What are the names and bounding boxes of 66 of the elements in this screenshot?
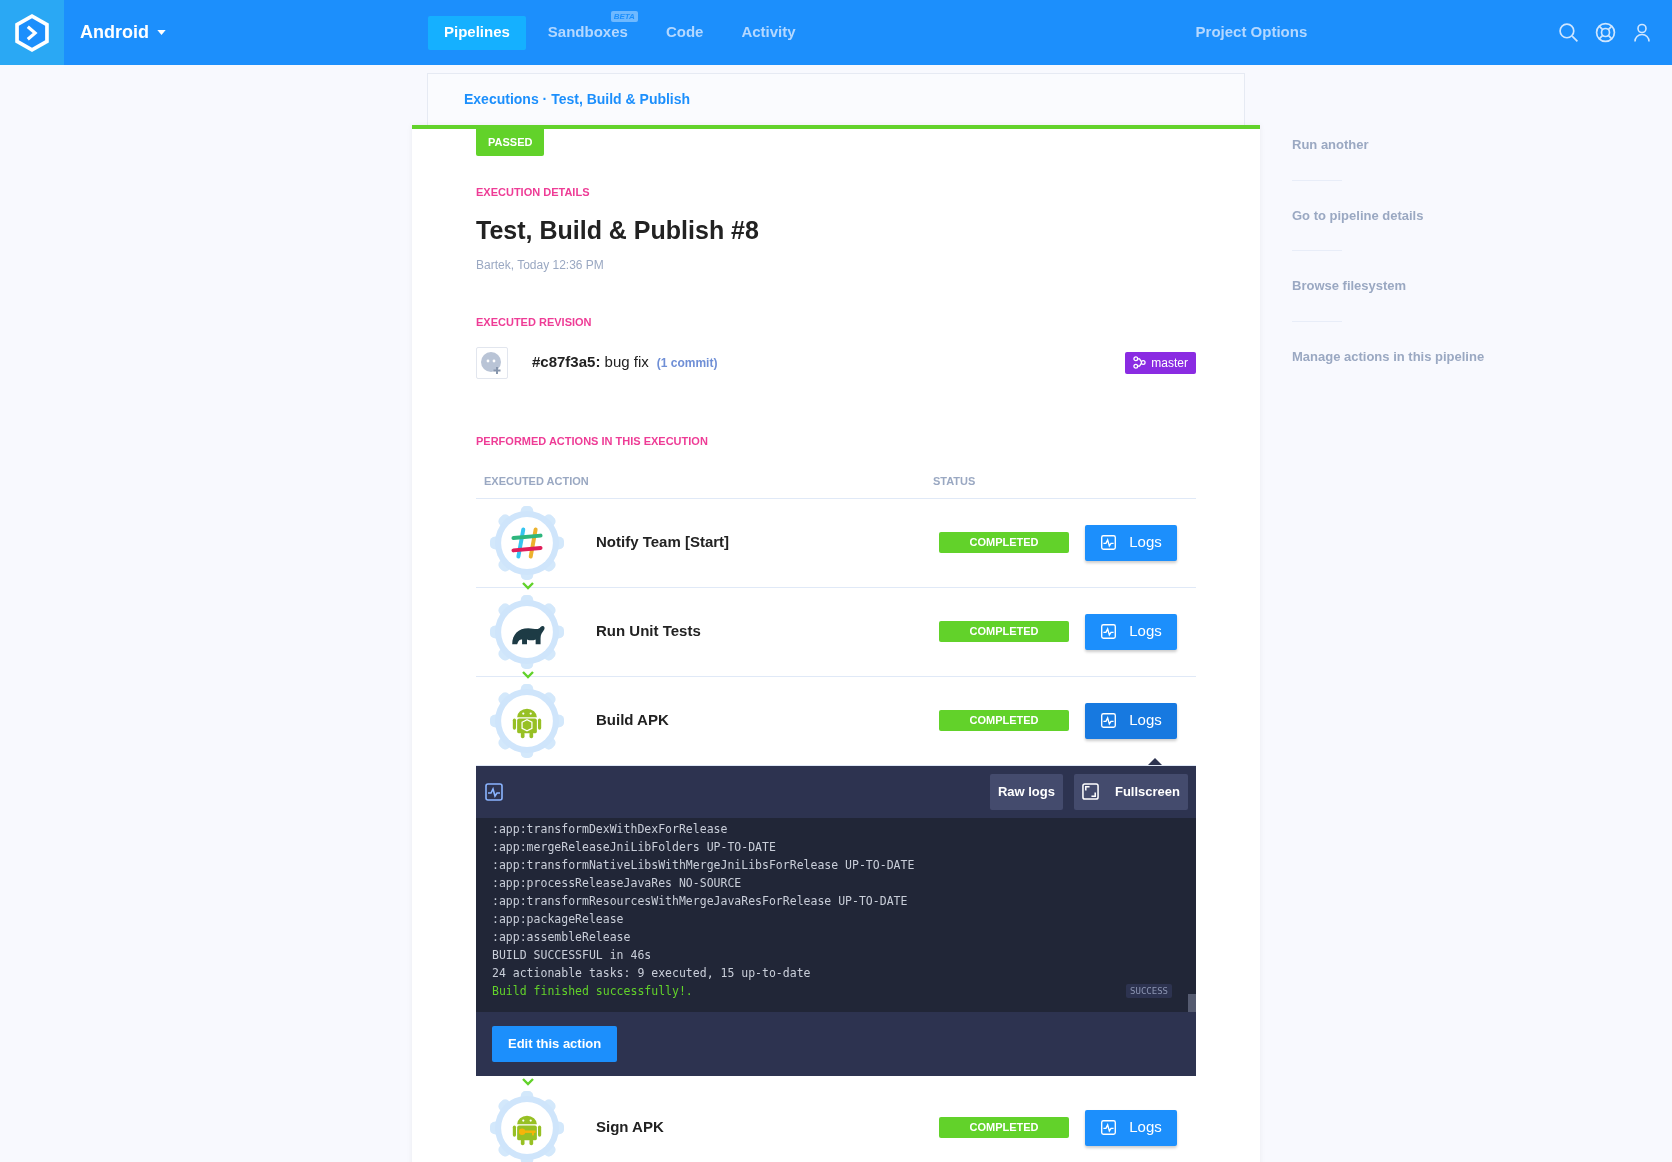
action-name: Run Unit Tests — [596, 621, 702, 642]
logs-button[interactable]: Logs — [1085, 613, 1177, 650]
logo-tile[interactable] — [0, 0, 64, 65]
logs-button[interactable]: Logs — [1085, 1109, 1177, 1146]
activity-icon — [1100, 1119, 1118, 1136]
log-line: :app:transformResourcesWithMergeJavaResForRelease UP-TO-DATE — [492, 892, 908, 910]
log-line: :app:mergeReleaseJniLibFolders UP-TO-DATE — [492, 838, 776, 856]
raw-logs-button[interactable]: Raw logs — [989, 773, 1063, 810]
success-badge: SUCCESS — [1126, 983, 1172, 998]
chevron-down-icon — [522, 670, 534, 679]
column-header: STATUS — [933, 474, 976, 489]
nav-tab[interactable]: Pipelines — [428, 15, 526, 50]
nav-tab[interactable]: Activity — [725, 15, 812, 50]
execution-meta: Bartek, Today 12:36 PM — [476, 257, 605, 274]
expand-icon — [1081, 783, 1099, 800]
action-name: Build APK — [596, 710, 670, 731]
chevron-down-icon — [522, 1077, 534, 1086]
status-badge: COMPLETED — [939, 621, 1069, 642]
edit-action-button[interactable]: Edit this action — [492, 1025, 618, 1062]
chevron-down-icon — [522, 581, 534, 590]
execution-title: Test, Build & Publish #8 — [476, 215, 760, 246]
fullscreen-button[interactable]: Fullscreen — [1073, 773, 1188, 810]
sidebar-link[interactable]: Run another — [1292, 135, 1485, 155]
log-line: 24 actionable tasks: 9 executed, 15 up-to-date — [492, 964, 811, 982]
commit-summary: #c87f3a5: bug fix — [532, 352, 649, 373]
log-line: :app:transformDexWithDexForRelease — [492, 820, 728, 838]
log-line: :app:packageRelease — [492, 910, 624, 928]
breadcrumb[interactable]: Executions · Test, Build & Publish — [464, 89, 691, 110]
status-badge: COMPLETED — [939, 532, 1069, 553]
section-label: EXECUTION DETAILS — [476, 184, 591, 200]
search-icon[interactable] — [1558, 22, 1579, 43]
status-badge: COMPLETED — [939, 1117, 1069, 1138]
sidebar-link[interactable]: Browse filesystem — [1292, 276, 1485, 296]
status-badge: PASSED — [476, 129, 545, 156]
project-dropdown[interactable]: Android — [80, 19, 166, 46]
activity-icon — [1100, 623, 1118, 640]
user-icon[interactable] — [1632, 22, 1652, 43]
lifebuoy-icon[interactable] — [1595, 22, 1616, 43]
log-line: :app:processReleaseJavaRes NO-SOURCE — [492, 874, 742, 892]
sidebar-link[interactable]: Go to pipeline details — [1292, 205, 1485, 225]
logs-button[interactable]: Logs — [1085, 702, 1177, 739]
activity-icon — [484, 781, 504, 802]
project-options-link[interactable]: Project Options — [1195, 21, 1308, 44]
sidebar-link[interactable]: Manage actions in this pipeline — [1292, 346, 1485, 366]
log-line: :app:assembleRelease — [492, 928, 631, 946]
action-name: Notify Team [Start] — [596, 532, 731, 553]
scrollbar-thumb — [1188, 993, 1196, 1012]
column-header: EXECUTED ACTION — [484, 474, 590, 489]
log-line: Build finished successfully!. — [492, 982, 693, 1000]
status-badge: COMPLETED — [939, 710, 1069, 731]
hash-icon — [490, 505, 564, 580]
nav-tab[interactable]: Code — [649, 15, 720, 50]
caret-icon — [157, 30, 166, 35]
android-box-icon — [490, 683, 564, 758]
action-name: Sign APK — [596, 1117, 665, 1138]
activity-icon — [1100, 534, 1118, 551]
branch-badge: master — [1125, 351, 1196, 374]
log-line: BUILD SUCCESSFUL in 46s — [492, 946, 652, 964]
beta-badge: BETA — [610, 10, 638, 22]
commit-count-link[interactable]: (1 commit) — [656, 353, 718, 372]
section-label: EXECUTED REVISION — [476, 315, 593, 330]
section-label: PERFORMED ACTIONS IN THIS EXECUTION — [476, 433, 709, 449]
logs-button[interactable]: Logs — [1085, 524, 1177, 561]
branch-icon — [1133, 356, 1147, 369]
log-line: :app:transformNativeLibsWithMergeJniLibsForRelease UP-TO-DATE — [492, 856, 915, 874]
activity-icon — [1100, 712, 1118, 729]
